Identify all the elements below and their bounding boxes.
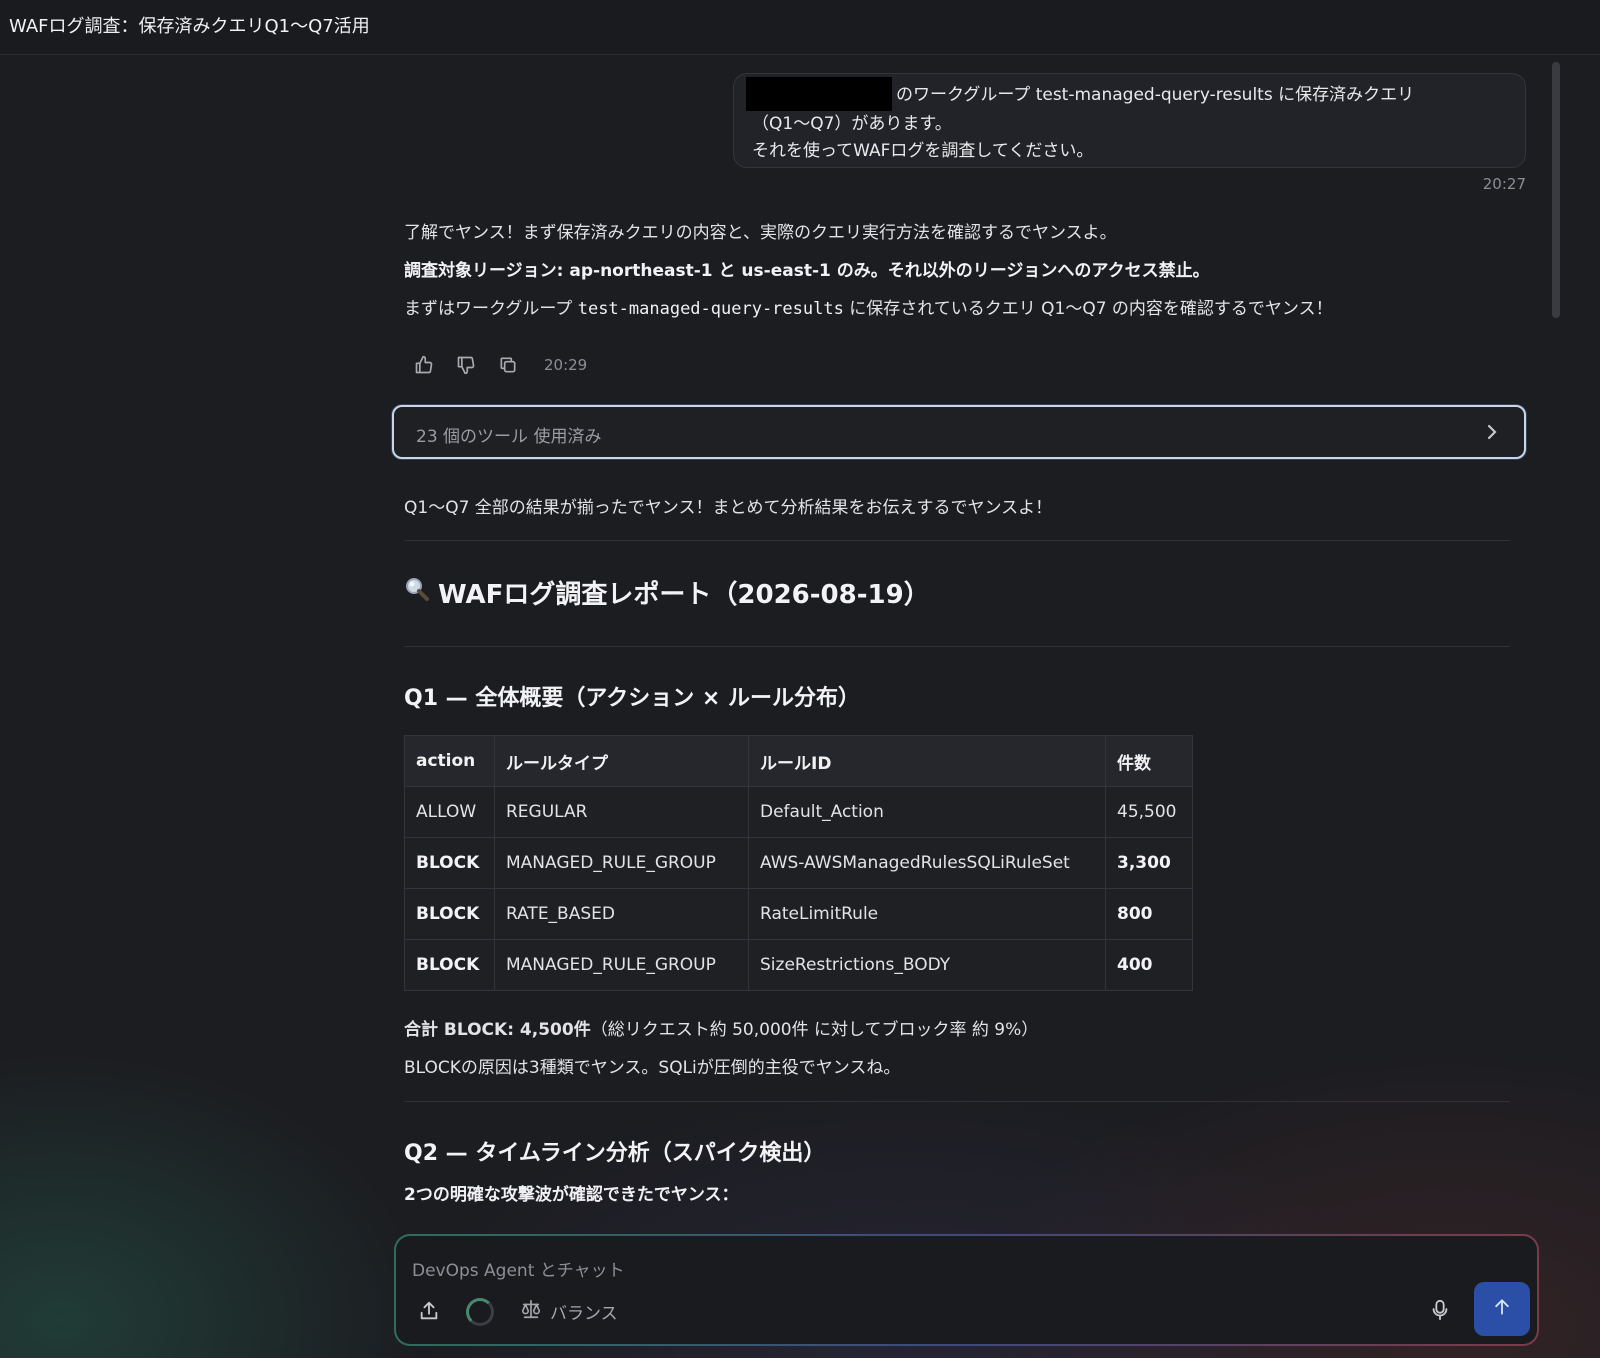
user-message-line2: （Q1〜Q7）があります。 bbox=[752, 114, 952, 134]
message-actions: 20:29 bbox=[412, 352, 587, 378]
table-row: BLOCK MANAGED_RULE_GROUP AWS-AWSManagedR… bbox=[404, 837, 1193, 889]
mode-label: バランス bbox=[550, 1304, 618, 1324]
assistant-line-3-pre: まずはワークグループ bbox=[404, 299, 578, 319]
table-cell: 400 bbox=[1105, 939, 1193, 991]
table-cell: 3,300 bbox=[1105, 837, 1193, 889]
column-header: action bbox=[404, 735, 495, 787]
q1-total-bold: 合計 BLOCK: 4,500件 bbox=[404, 1020, 591, 1040]
q1-heading: Q1 — 全体概要（アクション × ルール分布） bbox=[404, 686, 860, 711]
table-cell: 800 bbox=[1105, 888, 1193, 940]
table-row: BLOCK MANAGED_RULE_GROUP SizeRestriction… bbox=[404, 939, 1193, 991]
chat-input[interactable]: DevOps Agent とチャット bbox=[412, 1256, 625, 1281]
table-cell: AWS-AWSManagedRulesSQLiRuleSet bbox=[748, 837, 1106, 889]
assistant-line-3: まずはワークグループ test-managed-query-results に保… bbox=[404, 294, 1514, 319]
chevron-right-icon bbox=[1482, 420, 1502, 448]
column-header: ルールタイプ bbox=[494, 735, 749, 787]
workgroup-code: test-managed-query-results bbox=[577, 299, 844, 319]
table-cell: REGULAR bbox=[494, 786, 749, 838]
user-message-line1: のワークグループ test-managed-query-results に保存済… bbox=[896, 85, 1415, 105]
table-cell: BLOCK bbox=[404, 837, 495, 889]
thumbs-up-icon[interactable] bbox=[412, 353, 436, 377]
user-message-time: 20:27 bbox=[1482, 175, 1526, 193]
table-cell: MANAGED_RULE_GROUP bbox=[494, 837, 749, 889]
table-cell: BLOCK bbox=[404, 888, 495, 940]
table-cell: Default_Action bbox=[748, 786, 1106, 838]
loading-spinner-icon bbox=[466, 1298, 494, 1326]
copy-icon[interactable] bbox=[496, 353, 520, 377]
table-row: BLOCK RATE_BASED RateLimitRule 800 bbox=[404, 888, 1193, 940]
report-title: WAFログ調査レポート（2026-08-19） bbox=[404, 574, 930, 611]
assistant-message-time: 20:29 bbox=[544, 356, 588, 374]
table-cell: BLOCK bbox=[404, 939, 495, 991]
mode-selector[interactable]: バランス bbox=[520, 1298, 618, 1325]
q1-note: BLOCKの原因は3種類でヤンス。SQLiが圧倒的主役でヤンスね。 bbox=[404, 1058, 901, 1078]
report-title-text: WAFログ調査レポート（2026-08-19） bbox=[438, 580, 930, 610]
divider bbox=[404, 540, 1510, 541]
table-cell: MANAGED_RULE_GROUP bbox=[494, 939, 749, 991]
assistant-line-2: 調査対象リージョン: ap-northeast-1 と us-east-1 のみ… bbox=[404, 261, 1210, 281]
table-row: ALLOW REGULAR Default_Action 45,500 bbox=[404, 786, 1193, 838]
q2-heading: Q2 — タイムライン分析（スパイク検出） bbox=[404, 1141, 826, 1166]
table-cell: 45,500 bbox=[1105, 786, 1193, 838]
conversation-title: WAFログ調査：保存済みクエリQ1〜Q7活用 bbox=[9, 16, 370, 37]
tools-used-expander[interactable]: 23 個のツール 使用済み bbox=[392, 405, 1526, 459]
user-message-bubble: のワークグループ test-managed-query-results に保存済… bbox=[733, 73, 1526, 168]
send-button[interactable] bbox=[1474, 1282, 1530, 1336]
magnifier-icon bbox=[404, 576, 430, 609]
arrow-up-icon bbox=[1492, 1297, 1512, 1321]
divider bbox=[404, 1101, 1510, 1102]
divider bbox=[404, 646, 1510, 647]
q1-table: action ルールタイプ ルールID 件数 ALLOW REGULAR Def… bbox=[404, 735, 1193, 991]
upload-icon[interactable] bbox=[418, 1300, 440, 1326]
tools-used-label: 23 個のツール 使用済み bbox=[416, 427, 602, 447]
table-cell: SizeRestrictions_BODY bbox=[748, 939, 1106, 991]
column-header: 件数 bbox=[1105, 735, 1193, 787]
redacted-text bbox=[746, 77, 892, 111]
scale-icon bbox=[520, 1298, 542, 1325]
chat-composer: DevOps Agent とチャット バランス bbox=[394, 1234, 1539, 1346]
scrollbar-thumb[interactable] bbox=[1552, 62, 1560, 318]
table-header-row: action ルールタイプ ルールID 件数 bbox=[404, 735, 1193, 787]
table-cell: ALLOW bbox=[404, 786, 495, 838]
assistant-line-3-post: に保存されているクエリ Q1〜Q7 の内容を確認するでヤンス！ bbox=[843, 299, 1333, 319]
thumbs-down-icon[interactable] bbox=[454, 353, 478, 377]
title-bar: WAFログ調査：保存済みクエリQ1〜Q7活用 bbox=[0, 0, 1600, 55]
assistant-line-1: 了解でヤンス！まず保存済みクエリの内容と、実際のクエリ実行方法を確認するでヤンス… bbox=[404, 223, 1117, 243]
q2-intro: 2つの明確な攻撃波が確認できたでヤンス： bbox=[404, 1185, 739, 1205]
column-header: ルールID bbox=[748, 735, 1106, 787]
q1-total: 合計 BLOCK: 4,500件（総リクエスト約 50,000件 に対してブロッ… bbox=[404, 1015, 1038, 1040]
user-message-line3: それを使ってWAFログを調査してください。 bbox=[752, 141, 1094, 161]
microphone-icon[interactable] bbox=[1430, 1299, 1450, 1325]
table-cell: RateLimitRule bbox=[748, 888, 1106, 940]
q1-total-rest: （総リクエスト約 50,000件 に対してブロック率 約 9%） bbox=[590, 1020, 1039, 1040]
table-cell: RATE_BASED bbox=[494, 888, 749, 940]
summary-line: Q1〜Q7 全部の結果が揃ったでヤンス！まとめて分析結果をお伝えするでヤンスよ！ bbox=[404, 498, 1053, 518]
